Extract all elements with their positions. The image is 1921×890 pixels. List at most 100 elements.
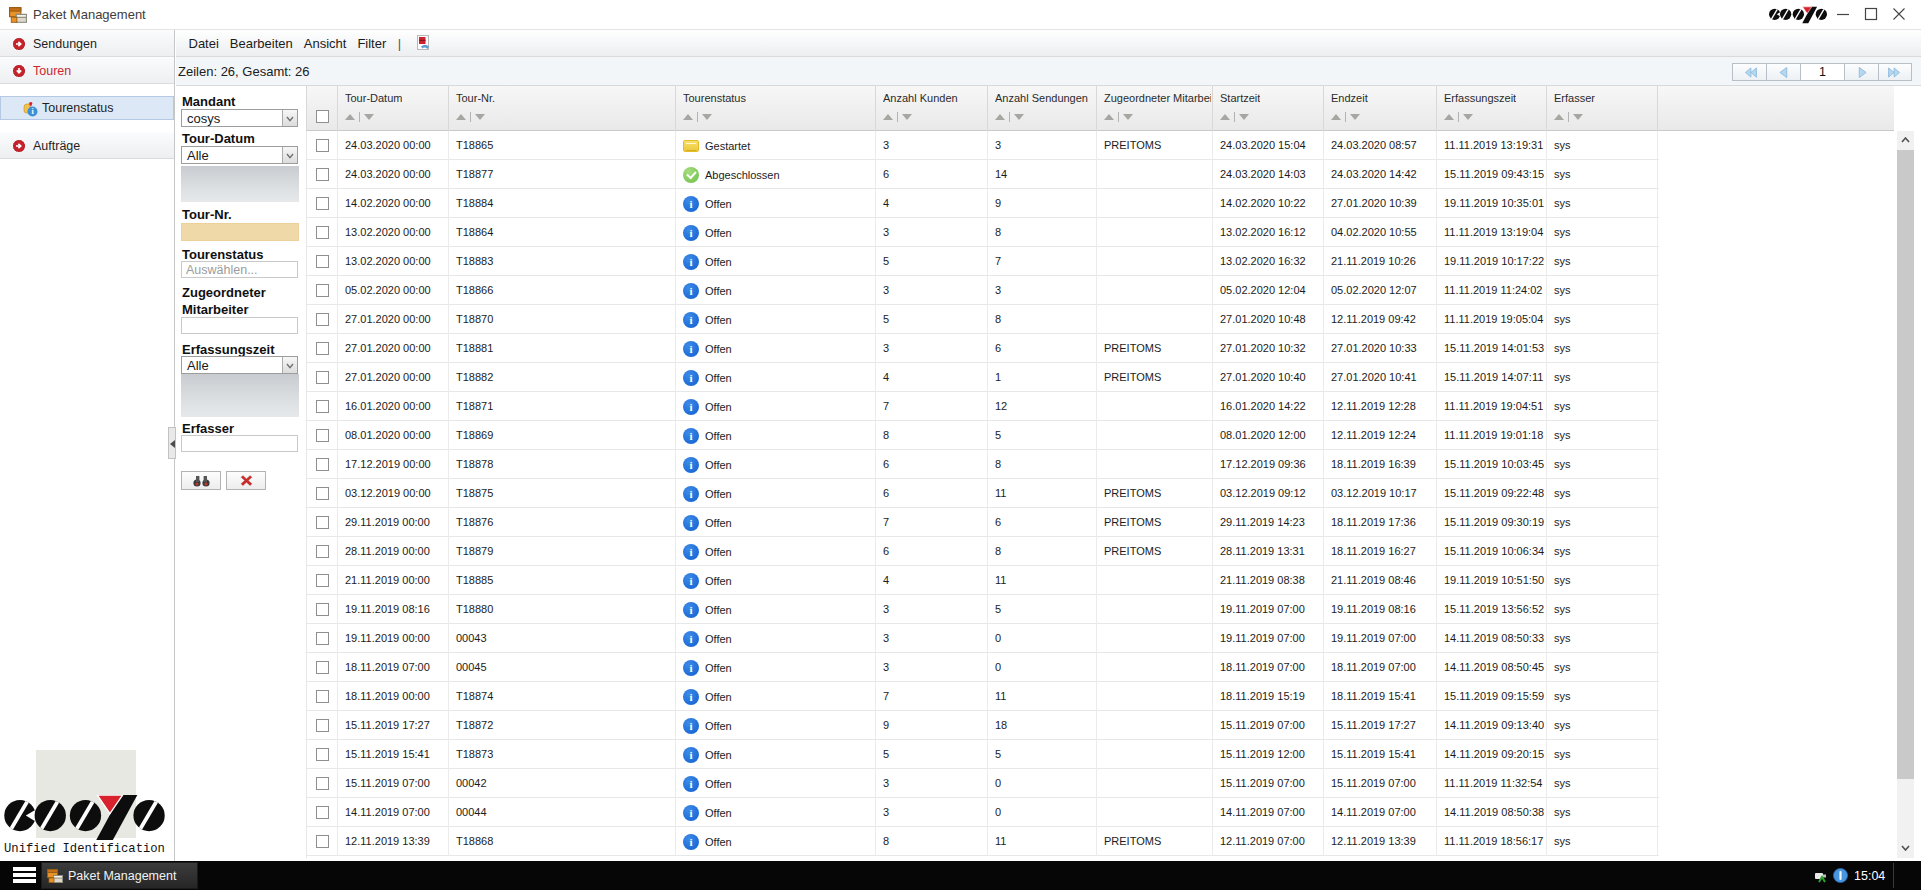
sort-control[interactable] — [1554, 112, 1583, 122]
erfasser-input[interactable] — [181, 435, 298, 452]
sort-asc-icon[interactable] — [995, 114, 1005, 120]
row-checkbox[interactable] — [316, 574, 329, 587]
page-number-input[interactable]: 1 — [1800, 63, 1844, 81]
select-all-checkbox[interactable] — [316, 110, 329, 123]
table-row[interactable]: 28.11.2019 00:00 T18879 Offen 6 8 PREITO… — [307, 537, 1659, 566]
tour-datum-select[interactable]: Alle — [181, 146, 298, 164]
sort-control[interactable] — [1104, 112, 1133, 122]
table-row[interactable]: 19.11.2019 08:16 T18880 Offen 3 5 19.11.… — [307, 595, 1659, 624]
usb-remove-icon[interactable] — [1814, 868, 1829, 883]
sort-desc-icon[interactable] — [1573, 114, 1583, 120]
row-checkbox[interactable] — [316, 458, 329, 471]
minimize-button[interactable] — [1835, 6, 1851, 22]
row-checkbox[interactable] — [316, 690, 329, 703]
table-row[interactable]: 21.11.2019 00:00 T18885 Offen 4 11 21.11… — [307, 566, 1659, 595]
sort-desc-icon[interactable] — [1239, 114, 1249, 120]
table-row[interactable]: 15.11.2019 07:00 00042 Offen 3 0 15.11.2… — [307, 769, 1659, 798]
sort-desc-icon[interactable] — [1123, 114, 1133, 120]
table-row[interactable]: 27.01.2020 00:00 T18870 Offen 5 8 27.01.… — [307, 305, 1659, 334]
next-page-button[interactable] — [1844, 63, 1878, 81]
row-checkbox[interactable] — [316, 632, 329, 645]
row-checkbox[interactable] — [316, 429, 329, 442]
row-checkbox[interactable] — [316, 487, 329, 500]
menu-bearbeiten[interactable]: Bearbeiten — [224, 36, 298, 51]
row-checkbox[interactable] — [316, 777, 329, 790]
sort-control[interactable] — [345, 112, 374, 122]
chevron-down-icon[interactable] — [282, 110, 297, 126]
sort-desc-icon[interactable] — [902, 114, 912, 120]
row-checkbox[interactable] — [316, 226, 329, 239]
exit-export-icon[interactable] — [415, 35, 431, 51]
column-header-4[interactable]: Anzahl Kunden — [876, 86, 988, 131]
sort-control[interactable] — [883, 112, 912, 122]
table-row[interactable]: 24.03.2020 00:00 T18865 Gestartet 3 3 PR… — [307, 131, 1659, 160]
sort-asc-icon[interactable] — [1331, 114, 1341, 120]
chevron-down-icon[interactable] — [282, 147, 297, 163]
info-balloon-icon[interactable] — [1833, 868, 1848, 883]
row-checkbox[interactable] — [316, 139, 329, 152]
row-checkbox[interactable] — [316, 545, 329, 558]
row-checkbox[interactable] — [316, 342, 329, 355]
previous-page-button[interactable] — [1766, 63, 1800, 81]
sort-control[interactable] — [1331, 112, 1360, 122]
column-header-1[interactable]: Tour-Datum — [338, 86, 449, 131]
sort-asc-icon[interactable] — [1554, 114, 1564, 120]
sort-control[interactable] — [1220, 112, 1249, 122]
sort-desc-icon[interactable] — [475, 114, 485, 120]
row-checkbox[interactable] — [316, 661, 329, 674]
close-button[interactable] — [1891, 6, 1907, 22]
row-checkbox[interactable] — [316, 806, 329, 819]
column-header-10[interactable]: Erfasser — [1547, 86, 1658, 131]
table-row[interactable]: 12.11.2019 13:39 T18868 Offen 8 11 PREIT… — [307, 827, 1659, 856]
column-header-8[interactable]: Endzeit — [1324, 86, 1437, 131]
table-row[interactable]: 14.02.2020 00:00 T18884 Offen 4 9 14.02.… — [307, 189, 1659, 218]
sort-asc-icon[interactable] — [1444, 114, 1454, 120]
sort-control[interactable] — [1444, 112, 1473, 122]
row-checkbox[interactable] — [316, 255, 329, 268]
sort-asc-icon[interactable] — [883, 114, 893, 120]
panel-collapse-handle[interactable] — [168, 427, 176, 459]
sort-asc-icon[interactable] — [683, 114, 693, 120]
sort-asc-icon[interactable] — [1220, 114, 1230, 120]
row-checkbox[interactable] — [316, 719, 329, 732]
maximize-button[interactable] — [1863, 6, 1879, 22]
sort-control[interactable] — [683, 112, 712, 122]
row-checkbox[interactable] — [316, 371, 329, 384]
table-row[interactable]: 29.11.2019 00:00 T18876 Offen 7 6 PREITO… — [307, 508, 1659, 537]
table-row[interactable]: 15.11.2019 15:41 T18873 Offen 5 5 15.11.… — [307, 740, 1659, 769]
column-header-6[interactable]: Zugeordneter Mitarbeiter — [1097, 86, 1213, 131]
row-checkbox[interactable] — [316, 603, 329, 616]
column-header-5[interactable]: Anzahl Sendungen — [988, 86, 1097, 131]
sidebar-item-tourenstatus[interactable]: Tourenstatus — [0, 96, 174, 120]
chevron-down-icon[interactable] — [282, 357, 297, 373]
row-checkbox[interactable] — [316, 197, 329, 210]
sidebar-item-sendungen[interactable]: Sendungen — [0, 30, 174, 57]
table-row[interactable]: 03.12.2019 00:00 T18875 Offen 6 11 PREIT… — [307, 479, 1659, 508]
row-checkbox[interactable] — [316, 400, 329, 413]
table-row[interactable]: 18.11.2019 07:00 00045 Offen 3 0 18.11.2… — [307, 653, 1659, 682]
scrollbar-thumb[interactable] — [1897, 150, 1914, 779]
table-row[interactable]: 17.12.2019 00:00 T18878 Offen 6 8 17.12.… — [307, 450, 1659, 479]
sort-desc-icon[interactable] — [1463, 114, 1473, 120]
tour-nr-input[interactable] — [181, 223, 299, 241]
table-row[interactable]: 27.01.2020 00:00 T18882 Offen 4 1 PREITO… — [307, 363, 1659, 392]
tourenstatus-input[interactable]: Auswählen... — [181, 261, 298, 278]
table-row[interactable]: 18.11.2019 00:00 T18874 Offen 7 11 18.11… — [307, 682, 1659, 711]
row-checkbox[interactable] — [316, 516, 329, 529]
column-header-2[interactable]: Tour-Nr. — [449, 86, 676, 131]
sort-desc-icon[interactable] — [1014, 114, 1024, 120]
row-checkbox[interactable] — [316, 748, 329, 761]
table-row[interactable]: 14.11.2019 07:00 00044 Offen 3 0 14.11.2… — [307, 798, 1659, 827]
menu-datei[interactable]: Datei — [183, 36, 224, 51]
sort-asc-icon[interactable] — [345, 114, 355, 120]
scroll-up-icon[interactable] — [1897, 131, 1914, 148]
vertical-scrollbar[interactable] — [1897, 131, 1914, 858]
sidebar-item-touren[interactable]: Touren — [0, 57, 174, 84]
search-button[interactable] — [181, 471, 221, 490]
last-page-button[interactable] — [1878, 63, 1912, 81]
table-row[interactable]: 15.11.2019 17:27 T18872 Offen 9 18 15.11… — [307, 711, 1659, 740]
column-header-9[interactable]: Erfassungszeit — [1437, 86, 1547, 131]
sort-asc-icon[interactable] — [1104, 114, 1114, 120]
scroll-down-icon[interactable] — [1897, 839, 1914, 856]
row-checkbox[interactable] — [316, 835, 329, 848]
